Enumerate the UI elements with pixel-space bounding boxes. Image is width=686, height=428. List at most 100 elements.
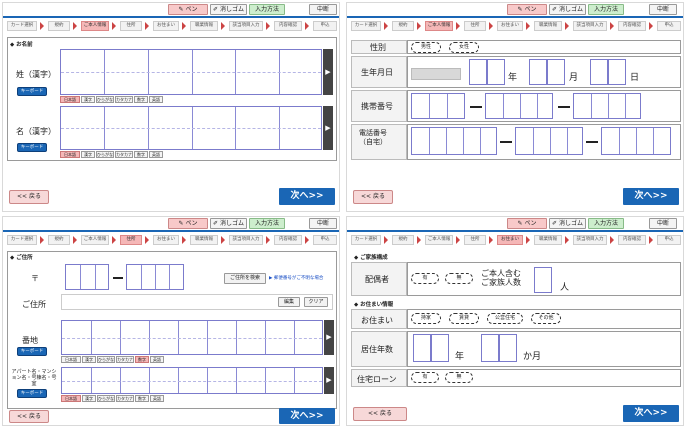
residence-own-option[interactable]: 持家: [411, 313, 441, 324]
residence-rent-option[interactable]: 賃貸: [449, 313, 479, 324]
next-button[interactable]: 次へ>>: [623, 188, 679, 205]
sei-input-grid[interactable]: [60, 49, 322, 95]
phone-part-2[interactable]: [515, 127, 583, 155]
pen-label: ペン: [524, 220, 537, 227]
step-arrow-icon: [565, 22, 569, 30]
stop-button[interactable]: 中断: [309, 4, 337, 15]
next-button[interactable]: 次へ>>: [279, 408, 335, 424]
mobile-part-1[interactable]: [411, 93, 465, 119]
months-digit-1[interactable]: [481, 334, 499, 362]
mode-hiragana[interactable]: ひらがな: [96, 96, 114, 103]
input-method-button[interactable]: 入力方法: [588, 4, 624, 15]
stop-button[interactable]: 中断: [649, 218, 677, 229]
birth-month-digit-2[interactable]: [547, 59, 565, 85]
back-button[interactable]: << 戻る: [353, 407, 407, 421]
mode-english[interactable]: 英語: [149, 151, 163, 158]
stop-button[interactable]: 中断: [309, 218, 337, 229]
grid-line: [446, 128, 447, 154]
back-button[interactable]: << 戻る: [9, 190, 49, 204]
mode-hiragana[interactable]: ひらがな: [97, 356, 115, 363]
mode-number[interactable]: 数字: [134, 96, 148, 103]
banchi-scroll-right-button[interactable]: ▶: [324, 320, 334, 355]
pen-button[interactable]: ✎ ペン: [507, 218, 547, 229]
mode-number[interactable]: 数字: [135, 395, 149, 402]
mode-hiragana[interactable]: ひらがな: [97, 395, 115, 402]
eraser-button[interactable]: ✐ 消しゴム: [210, 218, 247, 229]
building-input-grid[interactable]: [61, 367, 323, 394]
mode-number[interactable]: 数字: [134, 151, 148, 158]
grid-line: [447, 94, 448, 118]
mei-scroll-right-button[interactable]: ▶: [323, 106, 333, 150]
mode-english[interactable]: 英語: [149, 96, 163, 103]
mode-kanji[interactable]: 漢字: [81, 96, 95, 103]
mode-japanese[interactable]: 日本語: [61, 356, 81, 363]
edit-button[interactable]: 編集: [278, 297, 300, 307]
residence-other-option[interactable]: その他: [531, 313, 561, 324]
postal-part-1[interactable]: [65, 264, 109, 290]
pen-button[interactable]: ✎ ペン: [507, 4, 547, 15]
mei-input-grid[interactable]: [60, 106, 322, 150]
mode-kanji[interactable]: 漢字: [82, 356, 96, 363]
sei-scroll-right-button[interactable]: ▶: [323, 49, 333, 95]
mobile-part-3[interactable]: [573, 93, 641, 119]
sei-keyboard-button[interactable]: キーボード: [17, 87, 47, 96]
spouse-yes-option[interactable]: 有: [411, 273, 439, 284]
input-method-button[interactable]: 入力方法: [249, 4, 285, 15]
eraser-button[interactable]: ✐ 消しゴム: [549, 218, 586, 229]
loan-no-option[interactable]: 無: [445, 372, 473, 383]
birth-day-digit-2[interactable]: [608, 59, 626, 85]
birth-month-digit-1[interactable]: [529, 59, 547, 85]
building-scroll-right-button[interactable]: ▶: [324, 367, 334, 394]
eraser-button[interactable]: ✐ 消しゴム: [549, 4, 586, 15]
gender-female-option[interactable]: 女性: [449, 42, 479, 53]
months-digit-2[interactable]: [499, 334, 517, 362]
mode-katakana[interactable]: カタカナ: [115, 151, 133, 158]
back-button[interactable]: << 戻る: [9, 410, 49, 423]
years-digit-1[interactable]: [413, 334, 431, 362]
building-keyboard-button[interactable]: キーボード: [17, 389, 47, 398]
gender-male-option[interactable]: 男性: [411, 42, 441, 53]
residence-public-option[interactable]: 公営住宅: [487, 313, 523, 324]
phone-part-1[interactable]: [411, 127, 497, 155]
era-select[interactable]: [411, 68, 461, 80]
birth-year-digit-1[interactable]: [469, 59, 487, 85]
next-button[interactable]: 次へ>>: [623, 405, 679, 422]
mode-japanese[interactable]: 日本語: [60, 151, 80, 158]
mei-keyboard-button[interactable]: キーボード: [17, 143, 47, 152]
mode-number[interactable]: 数字: [135, 356, 149, 363]
address-search-button[interactable]: ご住所を検索: [224, 273, 266, 284]
mode-katakana[interactable]: カタカナ: [116, 395, 134, 402]
mode-english[interactable]: 英語: [150, 395, 164, 402]
mode-kanji[interactable]: 漢字: [82, 395, 96, 402]
stop-button[interactable]: 中断: [649, 4, 677, 15]
loan-yes-option[interactable]: 有: [411, 372, 439, 383]
banchi-keyboard-button[interactable]: キーボード: [17, 347, 47, 356]
mode-katakana[interactable]: カタカナ: [116, 356, 134, 363]
eraser-button[interactable]: ✐ 消しゴム: [210, 4, 247, 15]
next-button[interactable]: 次へ>>: [279, 188, 335, 205]
phone-part-3[interactable]: [601, 127, 671, 155]
input-method-button[interactable]: 入力方法: [249, 218, 285, 229]
mode-hiragana[interactable]: ひらがな: [96, 151, 114, 158]
mode-katakana[interactable]: カタカナ: [115, 96, 133, 103]
birth-day-digit-1[interactable]: [590, 59, 608, 85]
years-digit-2[interactable]: [431, 334, 449, 362]
pen-button[interactable]: ✎ ペン: [168, 218, 208, 229]
banchi-input-grid[interactable]: [61, 320, 323, 355]
mode-kanji[interactable]: 漢字: [81, 151, 95, 158]
spouse-no-option[interactable]: 無: [445, 273, 473, 284]
mode-japanese[interactable]: 日本語: [60, 96, 80, 103]
mobile-part-2[interactable]: [485, 93, 553, 119]
step-arrow-icon: [266, 236, 270, 244]
back-button[interactable]: << 戻る: [353, 190, 393, 204]
family-count-input[interactable]: [534, 267, 552, 293]
mode-english[interactable]: 英語: [150, 356, 164, 363]
birth-year-digit-2[interactable]: [487, 59, 505, 85]
mode-japanese[interactable]: 日本語: [61, 395, 81, 402]
section-title: ◆ ご住所: [10, 255, 33, 261]
postal-unknown-link[interactable]: ▶ 郵便番号がご不明な場合: [269, 275, 323, 281]
clear-button[interactable]: クリア: [304, 297, 328, 307]
pen-button[interactable]: ✎ ペン: [168, 4, 208, 15]
input-method-button[interactable]: 入力方法: [588, 218, 624, 229]
postal-part-2[interactable]: [126, 264, 184, 290]
